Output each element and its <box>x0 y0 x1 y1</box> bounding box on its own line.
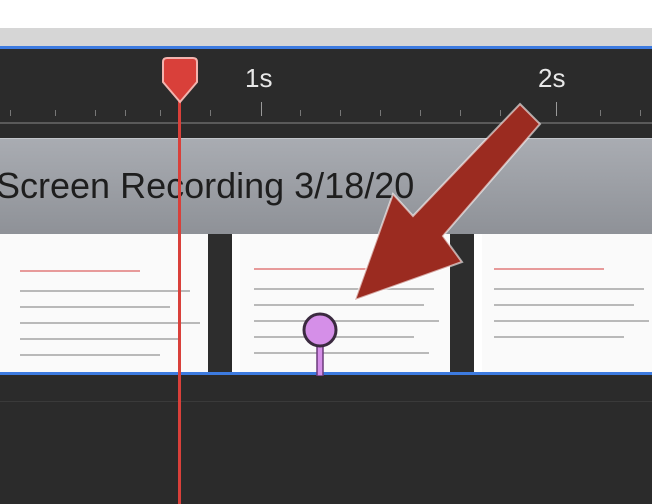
lower-track-area <box>0 375 652 504</box>
clip-header[interactable]: Screen Recording 3/18/20 <box>0 138 652 235</box>
toolbar-strip <box>0 28 652 48</box>
ruler-tick <box>640 110 641 116</box>
thumbnail-sidebar <box>450 234 474 372</box>
window-top-area <box>0 0 652 49</box>
ruler-tick <box>95 110 96 116</box>
track-gap <box>0 124 652 138</box>
ruler-tick-major <box>261 102 262 116</box>
thumbnail-frame <box>0 234 232 372</box>
ruler-tick <box>10 110 11 116</box>
thumbnail-sidebar <box>208 234 232 372</box>
playhead-icon[interactable] <box>155 56 205 104</box>
ruler-tick <box>340 110 341 116</box>
ruler-tick <box>380 110 381 116</box>
ruler-tick <box>125 110 126 116</box>
marker-pin-icon[interactable] <box>300 310 340 376</box>
playhead-line[interactable] <box>178 96 181 504</box>
ruler-tick <box>500 110 501 116</box>
ruler-tick <box>210 110 211 116</box>
ruler-tick <box>300 110 301 116</box>
ruler-tick <box>600 110 601 116</box>
thumbnail-frame <box>240 234 474 372</box>
timeline-ruler[interactable]: 1s 2s <box>0 49 652 124</box>
track-divider <box>0 401 652 402</box>
clip-title: Screen Recording 3/18/20 <box>0 165 415 206</box>
ruler-tick-major <box>556 102 557 116</box>
ruler-label-2s: 2s <box>538 63 566 93</box>
ruler-tick <box>420 110 421 116</box>
ruler-tick <box>55 110 56 116</box>
ruler-tick <box>160 110 161 116</box>
thumbnail-frame <box>482 234 652 372</box>
ruler-tick <box>460 110 461 116</box>
ruler-label-1s: 1s <box>245 63 273 93</box>
